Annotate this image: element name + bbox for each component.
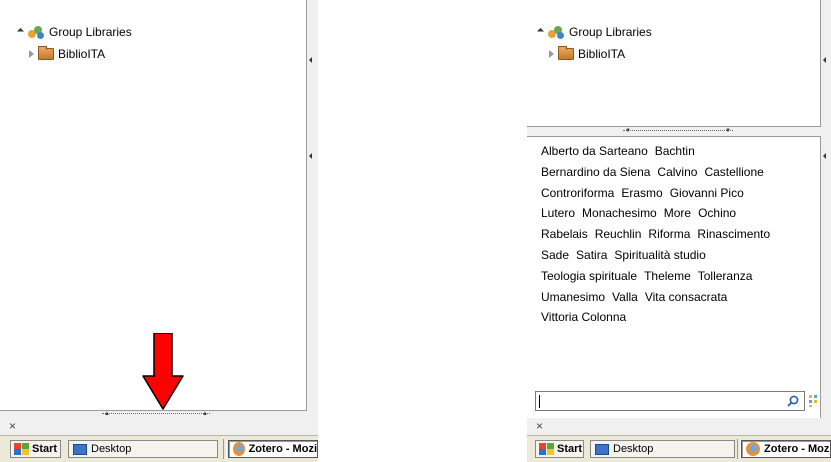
pane-resize-notch[interactable]	[823, 153, 827, 159]
tag[interactable]: Sade	[541, 248, 569, 262]
tree-item-label: BiblioITA	[58, 47, 106, 61]
tag[interactable]: Spiritualità studio	[614, 248, 705, 262]
tag[interactable]: Bachtin	[655, 144, 695, 158]
tag[interactable]: Theleme	[644, 269, 691, 283]
close-pane-button[interactable]: ×	[9, 419, 16, 433]
firefox-icon	[233, 442, 245, 456]
start-button[interactable]: Start	[10, 440, 61, 458]
tag[interactable]: More	[664, 206, 691, 220]
tag[interactable]: Reuchlin	[595, 227, 642, 241]
tag-row: Bernardino da Siena Calvino Castellione	[541, 162, 813, 183]
tree-item-label: BiblioITA	[578, 47, 626, 61]
firefox-icon	[746, 442, 760, 456]
tree-item-biblioita[interactable]: BiblioITA	[547, 46, 626, 61]
tag[interactable]: Vittoria Colonna	[541, 310, 626, 324]
tag-row: Umanesimo Valla Vita consacrata	[541, 287, 813, 308]
close-pane-button[interactable]: ×	[536, 419, 543, 433]
tag[interactable]: Rinascimento	[697, 227, 770, 241]
tag-cloud: Alberto da Sarteano Bachtin Bernardino da…	[541, 141, 813, 328]
tag[interactable]: Teologia spirituale	[541, 269, 637, 283]
tag[interactable]: Bernardino da Siena	[541, 165, 650, 179]
library-folder-icon	[38, 46, 54, 60]
tag[interactable]: Calvino	[657, 165, 697, 179]
tag[interactable]: Umanesimo	[541, 290, 605, 304]
tag-row: Sade Satira Spiritualità studio	[541, 245, 813, 266]
right-screenshot: Group Libraries BiblioITA ▼ ▼ Alberto da…	[527, 0, 831, 462]
left-screenshot: Group Libraries BiblioITA ▲ ▲ × Start De…	[0, 0, 318, 462]
tag-search-input[interactable]	[535, 391, 805, 411]
tag[interactable]: Alberto da Sarteano	[541, 144, 648, 158]
tree-item-group-libraries[interactable]: Group Libraries	[537, 25, 652, 39]
search-icon	[787, 395, 799, 407]
tag-actions-icon[interactable]	[808, 394, 820, 408]
tag[interactable]: Castellione	[704, 165, 763, 179]
tag[interactable]: Monachesimo	[582, 206, 657, 220]
tree-item-group-libraries[interactable]: Group Libraries	[17, 25, 132, 39]
start-button[interactable]: Start	[535, 440, 584, 458]
twisty-open-icon[interactable]	[537, 27, 545, 37]
twisty-open-icon[interactable]	[17, 27, 25, 37]
tag[interactable]: Rabelais	[541, 227, 588, 241]
tag[interactable]: Lutero	[541, 206, 575, 220]
pane-resize-notch[interactable]	[823, 57, 827, 63]
tag[interactable]: Satira	[576, 248, 607, 262]
group-libraries-icon	[28, 25, 44, 39]
desktop-icon	[73, 443, 87, 455]
tree-item-label: Group Libraries	[569, 25, 652, 39]
twisty-closed-icon[interactable]	[547, 49, 555, 59]
windows-flag-icon	[539, 443, 554, 455]
taskbar-desktop-button[interactable]: Desktop	[590, 440, 735, 458]
taskbar-zotero-button[interactable]: Zotero - Mozi	[228, 440, 318, 458]
tag[interactable]: Erasmo	[621, 186, 662, 200]
collections-pane[interactable]	[527, 0, 820, 126]
tag[interactable]: Valla	[612, 290, 638, 304]
tag-selector-splitter-grip[interactable]: ▼ ▼	[623, 128, 733, 134]
tag[interactable]: Controriforma	[541, 186, 614, 200]
tag-row: Controriforma Erasmo Giovanni Pico	[541, 183, 813, 204]
tag[interactable]: Tolleranza	[698, 269, 753, 283]
tag[interactable]: Giovanni Pico	[670, 186, 744, 200]
pane-resize-notch[interactable]	[309, 57, 313, 63]
tree-item-biblioita[interactable]: BiblioITA	[27, 46, 106, 61]
tag-row: Lutero Monachesimo More Ochino	[541, 203, 813, 224]
desktop-icon	[595, 443, 609, 455]
twisty-closed-icon[interactable]	[27, 49, 35, 59]
red-arrow-indicator	[142, 333, 184, 410]
pane-resize-notch[interactable]	[309, 153, 313, 159]
tag-row: Rabelais Reuchlin Riforma Rinascimento	[541, 224, 813, 245]
tag[interactable]: Vita consacrata	[645, 290, 728, 304]
tag-row: Vittoria Colonna	[541, 307, 813, 328]
tag[interactable]: Ochino	[698, 206, 736, 220]
group-libraries-icon	[548, 25, 564, 39]
tag-row: Teologia spirituale Theleme Tolleranza	[541, 266, 813, 287]
tree-item-label: Group Libraries	[49, 25, 132, 39]
text-caret	[539, 395, 540, 408]
library-folder-icon	[558, 46, 574, 60]
tag[interactable]: Riforma	[648, 227, 690, 241]
windows-flag-icon	[14, 443, 29, 455]
taskbar-zotero-button[interactable]: Zotero - Moz	[741, 440, 831, 458]
tag-row: Alberto da Sarteano Bachtin	[541, 141, 813, 162]
taskbar-desktop-button[interactable]: Desktop	[68, 440, 218, 458]
tag-selector-splitter-grip[interactable]: ▲ ▲	[102, 411, 210, 417]
